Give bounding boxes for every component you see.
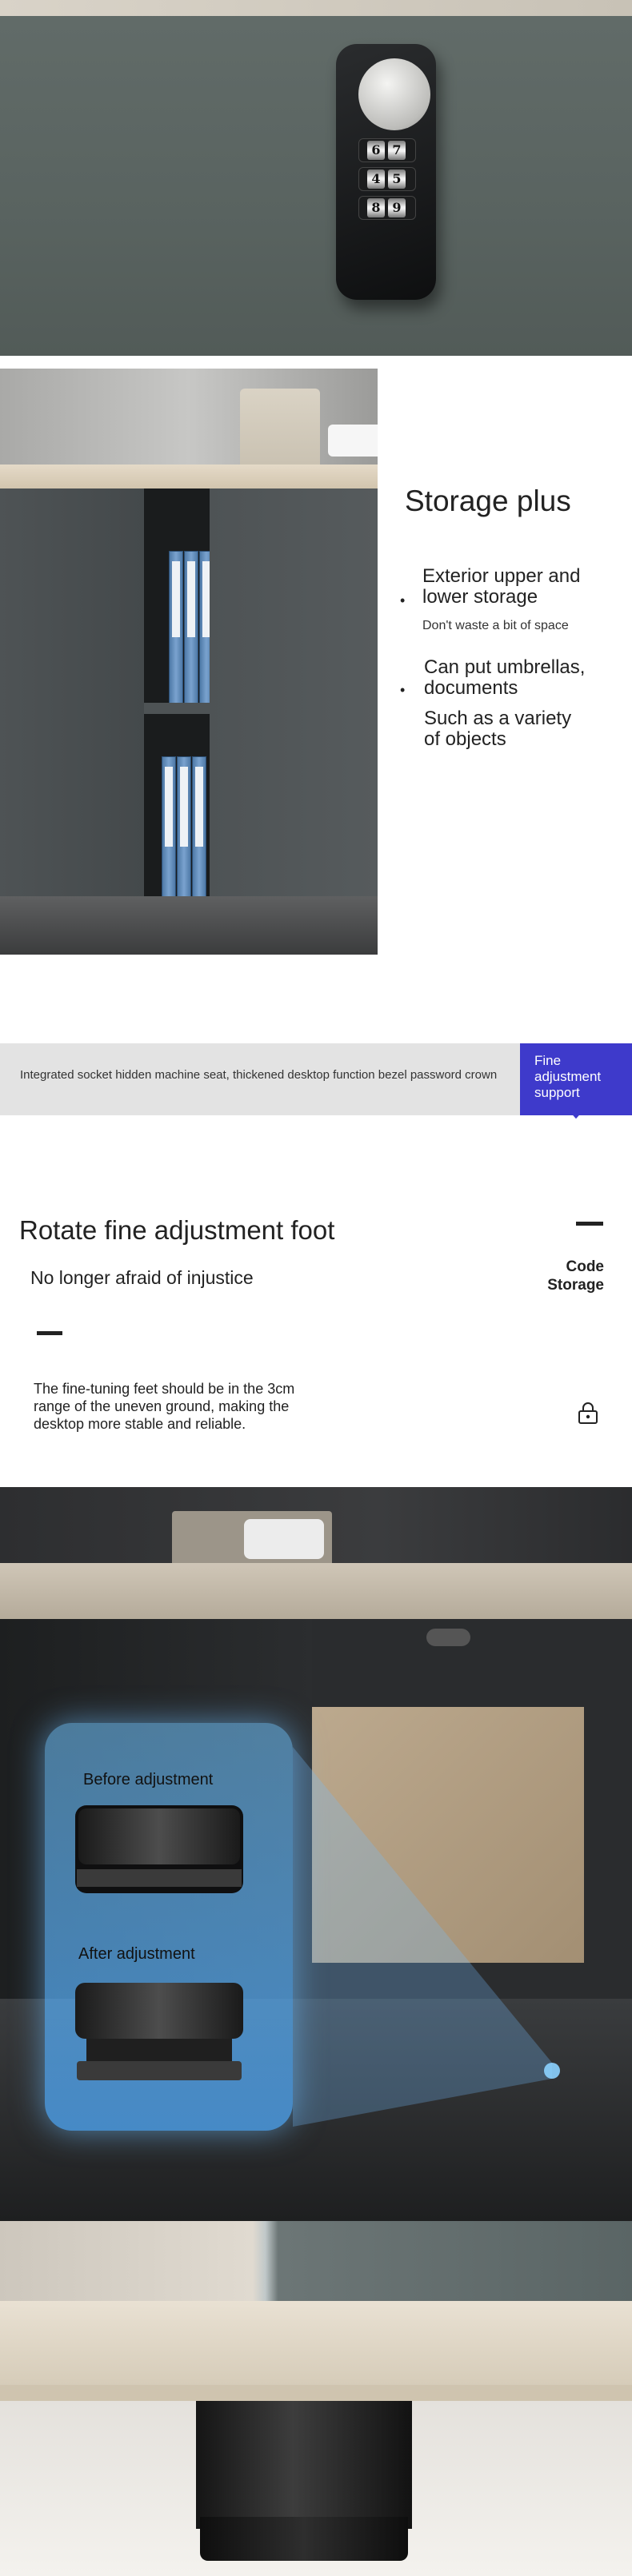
cabinet-left (0, 488, 144, 944)
background-wall (0, 369, 378, 465)
shelf-divider (144, 703, 210, 714)
divider-dash (576, 1222, 603, 1226)
fine-adjustment-tag: Fine adjustment support (520, 1043, 632, 1119)
combination-lock: 6 7 4 5 8 9 (336, 44, 436, 300)
code-storage-label: Code Storage (520, 1258, 604, 1294)
feet-description-line: desktop more stable and reliable. (34, 1416, 246, 1432)
feet-description: The fine-tuning feet should be in the 3c… (34, 1380, 354, 1433)
banner-text: Integrated socket hidden machine seat, t… (20, 1068, 498, 1082)
dial-digit: 5 (388, 169, 406, 189)
before-adjustment-label: Before adjustment (83, 1771, 214, 1788)
feet-description-line: range of the uneven ground, making the (34, 1398, 290, 1414)
hidden-socket-seat (240, 389, 320, 469)
feature-banner: Integrated socket hidden machine seat, t… (0, 1043, 520, 1115)
power-socket (328, 425, 378, 457)
after-adjustment-label: After adjustment (78, 1945, 195, 1963)
storage-title: Storage plus (405, 484, 571, 517)
cabinet-top (0, 2221, 632, 2301)
tag-line2: adjustment (534, 1069, 602, 1084)
desktop-edge (0, 0, 632, 16)
wood-desktop-edge (0, 2301, 632, 2385)
tag-line1: Fine (534, 1053, 562, 1068)
divider-dash (37, 1331, 62, 1335)
bullet: • (400, 592, 406, 608)
foot-after-image (75, 1983, 243, 2080)
lock-dial-1: 6 7 (358, 138, 416, 162)
dial-digit: 7 (388, 141, 406, 160)
storage-item1-line2: lower storage (422, 586, 538, 608)
chevron-down-icon (567, 1107, 585, 1119)
floor (0, 896, 378, 955)
desktop-surface (0, 1563, 632, 1619)
code-line2: Storage (547, 1277, 604, 1294)
code-line1: Code (566, 1258, 605, 1275)
feet-title: Rotate fine adjustment foot (19, 1215, 335, 1245)
tag-line3: support (534, 1085, 580, 1100)
desk-foot-closeup-image (0, 2221, 632, 2576)
storage-item1-line1: Exterior upper and (422, 565, 581, 587)
dial-digit: 6 (367, 141, 385, 160)
lock-dial-3: 8 9 (358, 196, 416, 220)
lock-dial-2: 4 5 (358, 167, 416, 191)
cabinet-right (210, 488, 378, 944)
storage-item2-line2: documents (424, 677, 518, 699)
open-shelf (144, 488, 214, 944)
combination-lock (426, 1629, 470, 1646)
desk-leg (196, 2401, 412, 2529)
storage-item1-note: Don't waste a bit of space (422, 619, 569, 632)
lock-icon (578, 1402, 598, 1424)
lock-closeup-image: 6 7 4 5 8 9 (0, 0, 632, 356)
adjustable-foot (200, 2517, 408, 2561)
feet-subtitle: No longer afraid of injustice (30, 1267, 254, 1288)
storage-cabinet-image (0, 369, 378, 955)
feet-description-line: The fine-tuning feet should be in the 3c… (34, 1381, 295, 1397)
dial-digit: 8 (367, 198, 385, 217)
power-socket (244, 1519, 324, 1559)
storage-item2-line3: Such as a variety (424, 708, 572, 729)
wood-panel (312, 1707, 584, 1963)
lock-knob (358, 58, 430, 130)
dial-digit: 9 (388, 198, 406, 217)
storage-item2-line4: of objects (424, 728, 506, 750)
desktop-trim (0, 2385, 632, 2401)
foot-before-image (75, 1805, 243, 1893)
storage-item2-line1: Can put umbrellas, (424, 656, 586, 678)
dial-digit: 4 (367, 169, 385, 189)
desktop-surface (0, 465, 378, 488)
bullet: • (400, 682, 406, 698)
